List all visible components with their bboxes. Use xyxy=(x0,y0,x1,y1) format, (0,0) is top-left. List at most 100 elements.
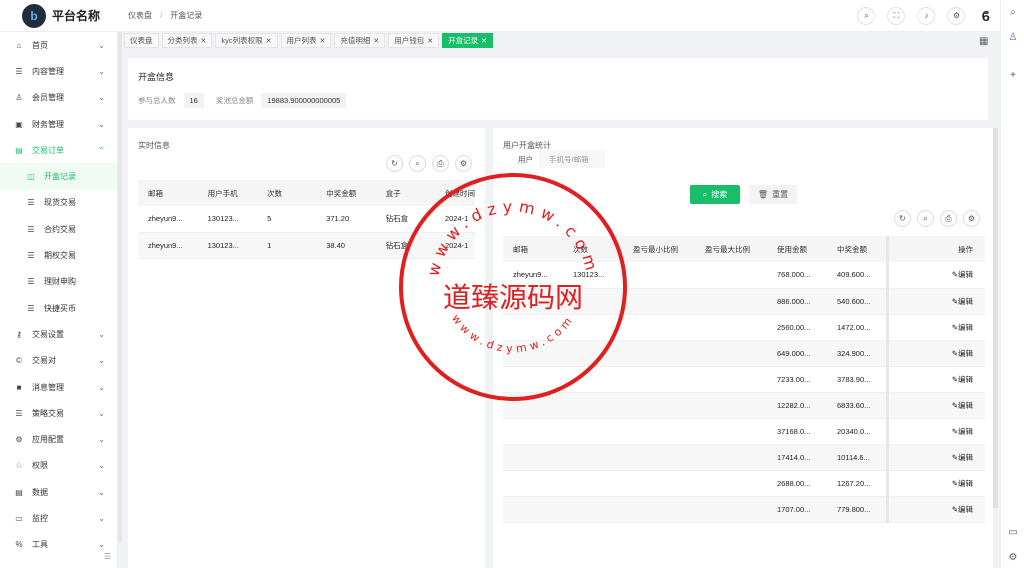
sidebar-item-home[interactable]: ⌂ 首页 ⌄ xyxy=(0,32,117,58)
list-icon: ☰ xyxy=(27,251,35,261)
sidebar-item-data[interactable]: ▤ 数据 ⌄ xyxy=(0,479,117,505)
list-icon: ☰ xyxy=(27,224,35,234)
sidebar-item-options[interactable]: ☰ 期权交易 xyxy=(0,242,117,268)
sidebar-item-permissions[interactable]: ♘ 权限 ⌄ xyxy=(0,453,117,479)
column-header[interactable]: 次数 xyxy=(257,180,317,206)
sidebar-item-quick-buy[interactable]: ☰ 快捷买币 xyxy=(0,295,117,321)
sidebar-scrollbar[interactable] xyxy=(118,32,122,542)
filter-bar: 用户 手机号/邮箱 xyxy=(502,150,605,168)
tab-kyc-permissions[interactable]: kyc列表权限 ✕ xyxy=(215,33,278,48)
search-icon: ⌕ xyxy=(702,189,708,199)
gear-icon[interactable]: ⚙ xyxy=(947,6,966,25)
edit-link[interactable]: ✎编辑 xyxy=(885,262,985,289)
breadcrumb-item[interactable]: 仪表盘 xyxy=(128,10,152,21)
sidebar-item-messages[interactable]: ■ 消息管理 ⌄ xyxy=(0,374,117,400)
logo[interactable]: b 平台名称 xyxy=(0,3,120,28)
sidebar-item-spot[interactable]: ☰ 现货交易 xyxy=(0,190,117,216)
grid-icon[interactable]: ▦ xyxy=(979,36,988,47)
box-info-title: 开盒信息 xyxy=(138,72,175,82)
search-icon[interactable]: ⌕ xyxy=(917,210,934,227)
column-header[interactable]: 使用金额 xyxy=(767,236,827,262)
tab-recharge-details[interactable]: 充值明细 ✕ xyxy=(334,33,386,48)
close-icon[interactable]: ✕ xyxy=(266,37,272,45)
brand-icon[interactable]: ϐ xyxy=(981,8,990,24)
close-icon[interactable]: ✕ xyxy=(373,37,379,45)
edit-link[interactable]: ✎编辑 xyxy=(885,314,985,341)
column-header[interactable]: 操作 xyxy=(885,236,985,262)
refresh-icon[interactable]: ↻ xyxy=(894,210,911,227)
edit-label: 编辑 xyxy=(958,322,973,332)
edit-link[interactable]: ✎编辑 xyxy=(885,444,985,471)
close-icon[interactable]: ✕ xyxy=(427,37,433,45)
screen-icon[interactable]: ▭ xyxy=(1007,527,1019,539)
sidebar-item-content[interactable]: ☰ 内容管理 ⌄ xyxy=(0,58,117,84)
tab-dashboard[interactable]: 仪表盘 xyxy=(124,33,159,48)
close-icon[interactable]: ✕ xyxy=(481,37,487,45)
column-header[interactable]: 盈亏最小比例 xyxy=(623,236,695,262)
edit-link[interactable]: ✎编辑 xyxy=(885,366,985,393)
reset-button[interactable]: 🗑 重置 xyxy=(749,185,797,204)
sidebar-item-members[interactable]: ♙ 会员管理 ⌄ xyxy=(0,85,117,111)
filter-tab-user[interactable]: 用户 xyxy=(518,154,533,165)
column-header[interactable]: 邮箱 xyxy=(138,180,198,206)
column-header[interactable]: 盈亏最大比例 xyxy=(695,236,767,262)
user-icon[interactable]: ♙ xyxy=(1007,32,1019,44)
edit-link[interactable]: ✎编辑 xyxy=(885,392,985,419)
column-header[interactable]: 中奖金额 xyxy=(316,180,376,206)
list-icon: ☰ xyxy=(15,408,23,418)
print-icon[interactable]: ⎙ xyxy=(432,155,449,172)
sidebar-item-wealth[interactable]: ☰ 理财申购 xyxy=(0,269,117,295)
sidebar-item-tools[interactable]: % 工具 ⌄ xyxy=(0,532,117,558)
table-row[interactable]: 17414.0... 10114.6... ✎编辑 xyxy=(503,444,985,471)
collapse-icon[interactable]: ☰ xyxy=(104,552,111,561)
search-icon[interactable]: ⌕ xyxy=(1007,7,1019,19)
tab-box-records[interactable]: 开盒记录 ✕ xyxy=(442,33,493,48)
edit-link[interactable]: ✎编辑 xyxy=(885,418,985,445)
search-button[interactable]: ⌕ 搜索 xyxy=(690,185,740,204)
table-cell: 2560.00... xyxy=(767,314,827,341)
table-row[interactable]: 2688.00... 1267.20... ✎编辑 xyxy=(503,470,985,497)
sidebar-item-app-config[interactable]: ⚙ 应用配置 ⌄ xyxy=(0,426,117,452)
tab-label: 仪表盘 xyxy=(130,36,153,45)
sidebar-item-box-records[interactable]: ◫ 开盒记录 xyxy=(0,163,117,190)
column-header[interactable]: 用户手机 xyxy=(197,180,258,206)
gear-icon[interactable]: ⚙ xyxy=(455,155,472,172)
table-cell: 1472.00... xyxy=(827,314,887,341)
plus-icon[interactable]: + xyxy=(1007,70,1019,82)
print-icon[interactable]: ⎙ xyxy=(940,210,957,227)
edit-link[interactable]: ✎编辑 xyxy=(885,340,985,367)
table-cell xyxy=(695,418,767,445)
edit-link[interactable]: ✎编辑 xyxy=(885,288,985,315)
edit-link[interactable]: ✎编辑 xyxy=(885,496,985,523)
table-row[interactable]: 37168.0... 20340.0... ✎编辑 xyxy=(503,418,985,445)
chevron-down-icon: ⌄ xyxy=(98,487,105,497)
sidebar-item-finance[interactable]: ▣ 财务管理 ⌄ xyxy=(0,111,117,137)
sidebar-item-strategy[interactable]: ☰ 策略交易 ⌄ xyxy=(0,400,117,426)
tab-category-list[interactable]: 分类列表 ✕ xyxy=(161,33,213,48)
gear-icon[interactable]: ⚙ xyxy=(1007,552,1019,564)
phone-email-input[interactable]: 手机号/邮箱 xyxy=(539,150,605,168)
tab-user-wallet[interactable]: 用户钱包 ✕ xyxy=(388,33,440,48)
search-icon[interactable]: ⌕ xyxy=(857,6,876,25)
config-icon: ⚙ xyxy=(15,435,23,445)
refresh-icon[interactable]: ↻ xyxy=(386,155,403,172)
bell-icon[interactable]: ♪ xyxy=(917,6,936,25)
sidebar-item-monitor[interactable]: ▭ 监控 ⌄ xyxy=(0,505,117,531)
sidebar-item-trade-settings[interactable]: ⚷ 交易设置 ⌄ xyxy=(0,321,117,347)
close-icon[interactable]: ✕ xyxy=(320,37,326,45)
edit-label: 编辑 xyxy=(958,426,973,436)
sidebar-item-pairs[interactable]: © 交易对 ⌄ xyxy=(0,348,117,374)
fullscreen-icon[interactable]: ⛶ xyxy=(887,6,906,25)
search-icon[interactable]: ⌕ xyxy=(409,155,426,172)
gear-icon[interactable]: ⚙ xyxy=(963,210,980,227)
sidebar-item-label: 应用配置 xyxy=(32,435,64,445)
content-scrollbar[interactable] xyxy=(993,128,998,508)
sidebar-item-orders[interactable]: ▤ 交易订单 ⌃ xyxy=(0,137,117,163)
close-icon[interactable]: ✕ xyxy=(201,37,207,45)
column-header[interactable]: 中奖金额 xyxy=(827,236,887,262)
table-row[interactable]: 1707.00... 779.800... ✎编辑 xyxy=(503,496,985,523)
edit-link[interactable]: ✎编辑 xyxy=(885,470,985,497)
tab-user-list[interactable]: 用户列表 ✕ xyxy=(280,33,332,48)
sidebar-item-label: 现货交易 xyxy=(44,198,76,208)
sidebar-item-contract[interactable]: ☰ 合约交易 xyxy=(0,216,117,242)
